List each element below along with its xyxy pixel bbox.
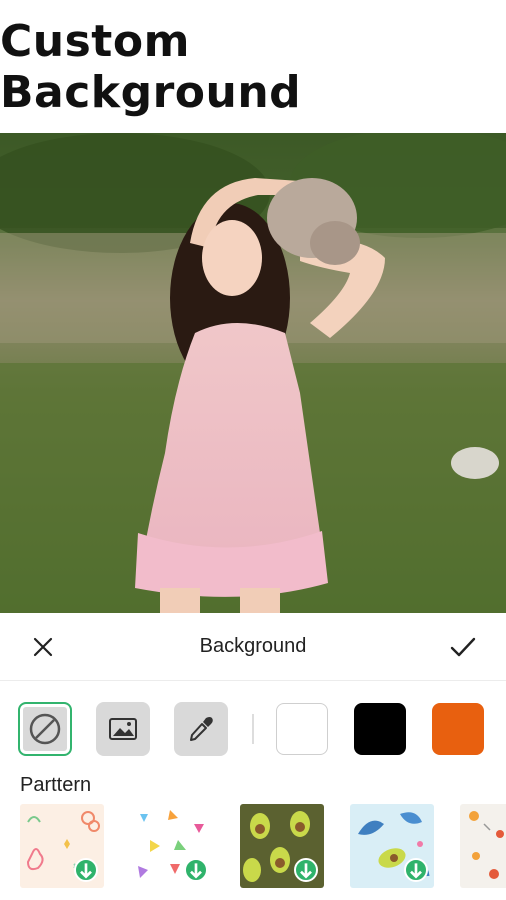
close-icon[interactable] — [28, 632, 58, 662]
color-swatch-orange[interactable] — [432, 703, 484, 755]
check-icon[interactable] — [448, 632, 478, 662]
pattern-badge-icon — [184, 858, 208, 882]
color-swatch-white[interactable] — [276, 703, 328, 755]
divider — [252, 714, 254, 744]
photo-canvas[interactable] — [0, 133, 506, 613]
portrait-image — [0, 133, 506, 613]
pattern-badge-icon — [294, 858, 318, 882]
image-icon — [109, 718, 137, 740]
promo-headline: Custom Background — [0, 15, 302, 118]
pattern-triangles[interactable] — [130, 804, 214, 888]
pattern-list — [20, 804, 506, 888]
toolbar-title: Background — [199, 635, 307, 657]
color-swatch-black[interactable] — [354, 703, 406, 755]
none-icon — [29, 713, 61, 745]
image-button[interactable] — [96, 702, 150, 756]
eyedropper-icon — [190, 717, 213, 741]
pattern-section-label: Parttern — [20, 774, 92, 796]
none-button[interactable] — [18, 702, 72, 756]
color-picker-row — [0, 690, 506, 768]
pattern-doodle[interactable] — [20, 804, 104, 888]
pattern-leaves[interactable] — [350, 804, 434, 888]
background-toolbar: Background — [0, 613, 506, 681]
pattern-avocado[interactable] — [240, 804, 324, 888]
pattern-badge-icon — [74, 858, 98, 882]
pattern-badge-icon — [404, 858, 428, 882]
pattern-flowers[interactable] — [460, 804, 506, 888]
eyedropper-button[interactable] — [174, 702, 228, 756]
